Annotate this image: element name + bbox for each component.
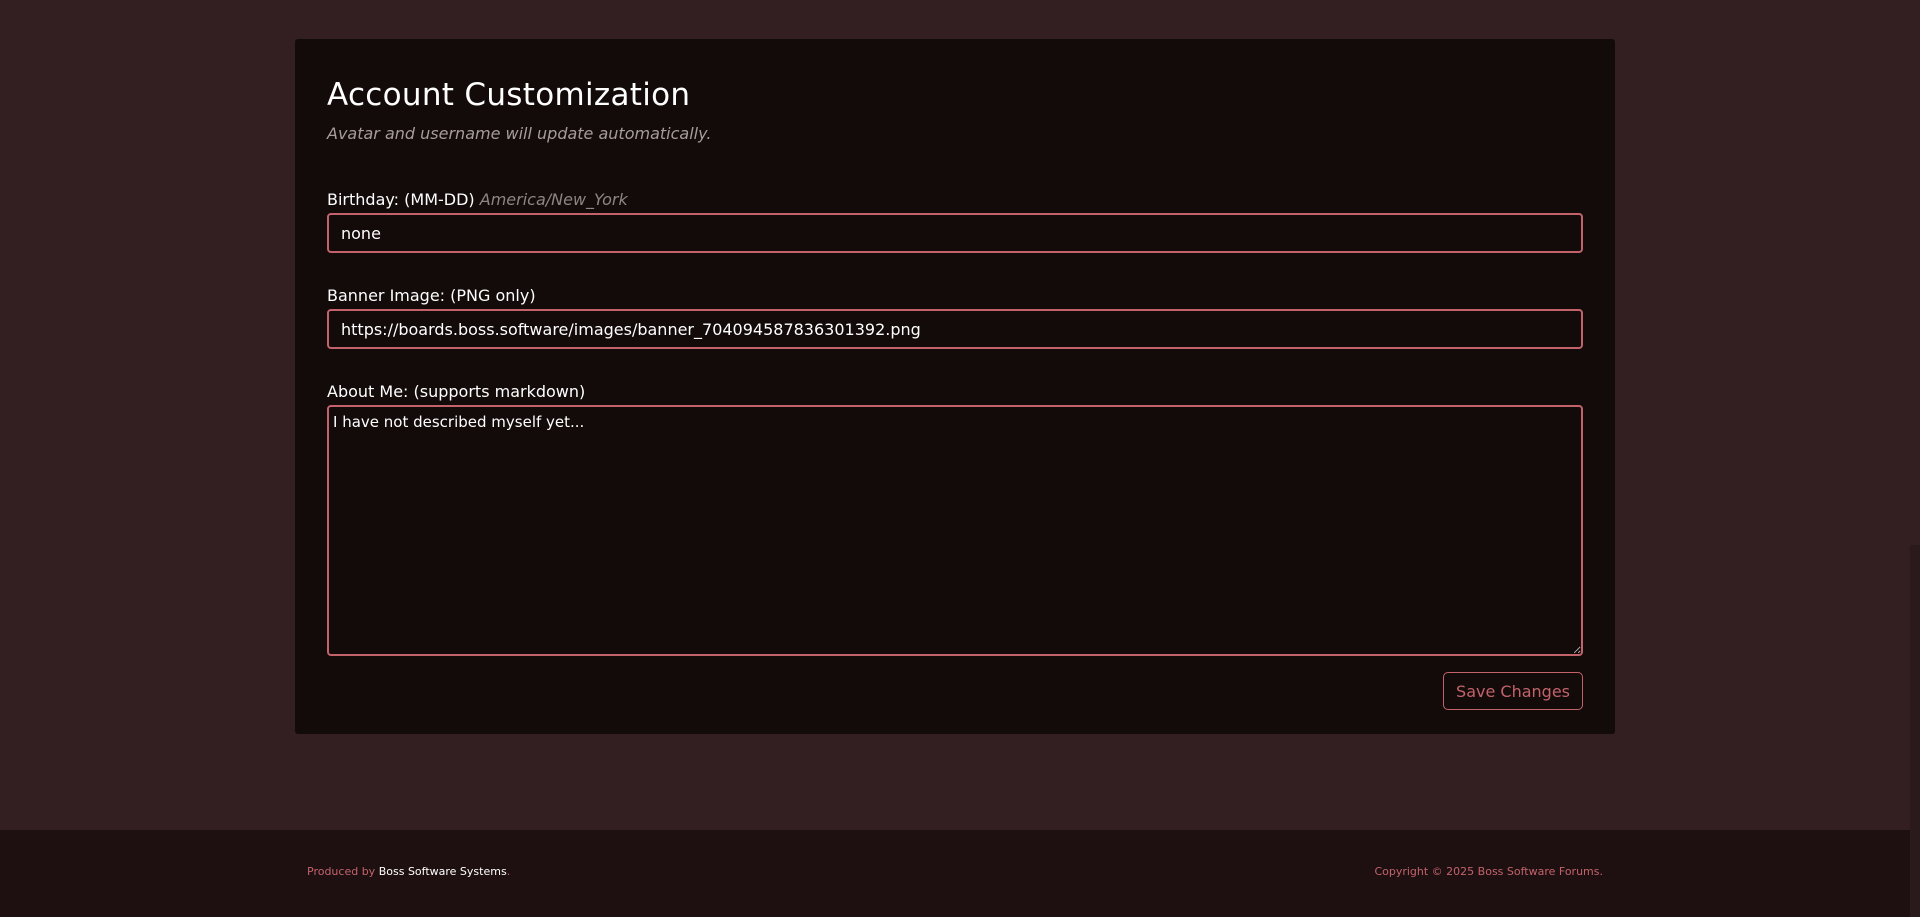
page-subtitle: Avatar and username will update automati… <box>327 124 712 143</box>
banner-label: Banner Image: (PNG only) <box>327 286 536 305</box>
banner-image-input[interactable] <box>327 309 1583 349</box>
footer-copyright: Copyright © 2025 Boss Software Forums. <box>1374 865 1603 878</box>
about-label: About Me: (supports markdown) <box>327 382 586 401</box>
about-group: About Me: (supports markdown) I have not… <box>327 382 1583 656</box>
form-actions: Save Changes <box>327 672 1583 710</box>
birthday-label: Birthday: (MM-DD) <box>327 190 475 209</box>
save-changes-button[interactable]: Save Changes <box>1443 672 1583 710</box>
birthday-input[interactable] <box>327 213 1583 253</box>
produced-by-brand-link[interactable]: Boss Software Systems <box>379 865 507 878</box>
scrollbar-track[interactable] <box>1910 0 1920 917</box>
scrollbar-thumb[interactable] <box>1910 545 1920 917</box>
account-customization-card: Account Customization Avatar and usernam… <box>295 39 1615 734</box>
banner-group: Banner Image: (PNG only) <box>327 286 1583 349</box>
produced-by-suffix: . <box>506 865 511 878</box>
footer-produced-by: Produced by Boss Software Systems. <box>307 865 510 878</box>
birthday-group: Birthday: (MM-DD) America/New_York <box>327 190 1583 253</box>
produced-by-prefix: Produced by <box>307 865 376 878</box>
page-title: Account Customization <box>327 77 691 113</box>
footer: Produced by Boss Software Systems. Copyr… <box>0 830 1910 917</box>
timezone-label: America/New_York <box>479 190 628 209</box>
birthday-label-row: Birthday: (MM-DD) America/New_York <box>327 190 1583 210</box>
page: Account Customization Avatar and usernam… <box>0 0 1920 917</box>
about-me-textarea[interactable]: I have not described myself yet... <box>327 405 1583 656</box>
